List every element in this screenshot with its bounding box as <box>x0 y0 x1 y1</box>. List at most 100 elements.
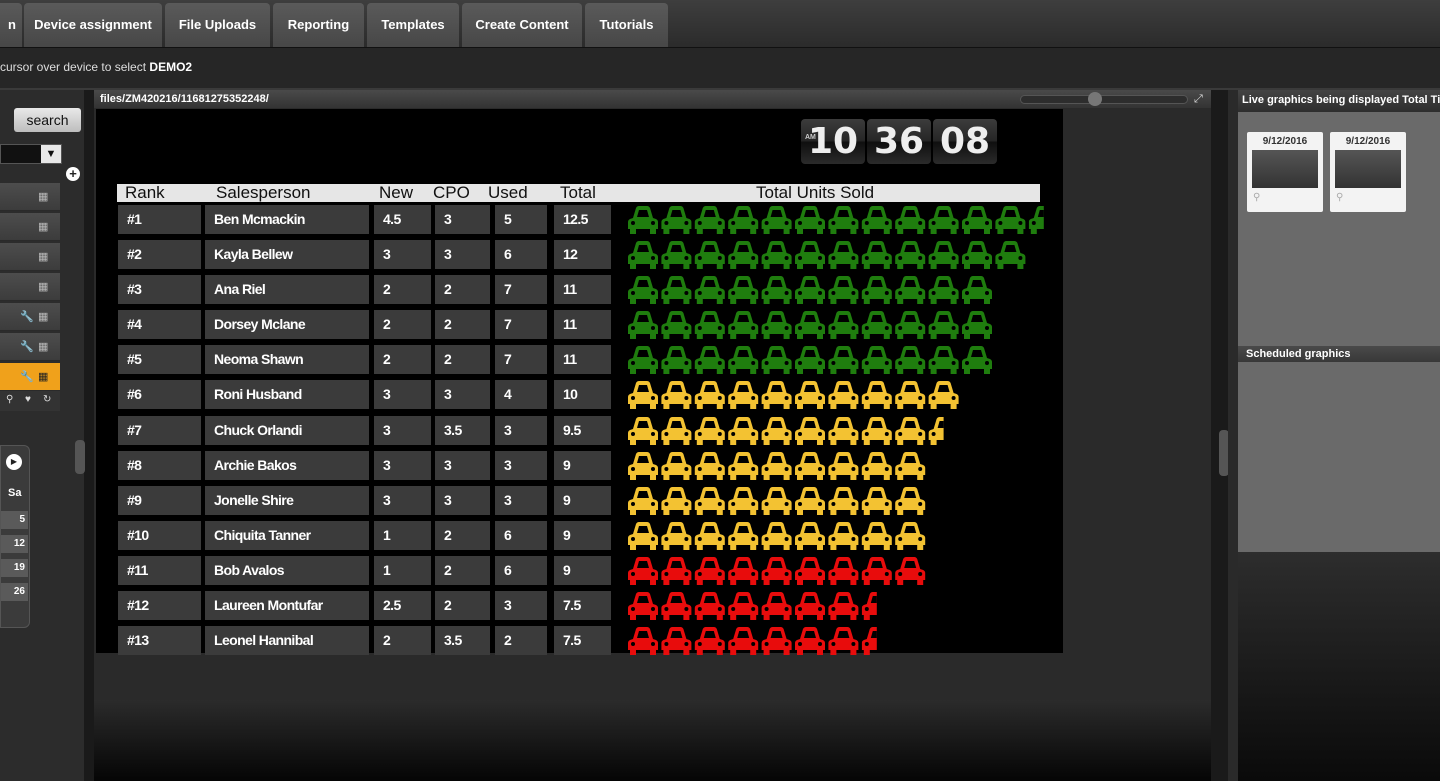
car-icon <box>694 241 725 269</box>
right-splitter[interactable] <box>1211 90 1229 781</box>
tab-tutorials[interactable]: Tutorials <box>585 3 668 47</box>
device-row[interactable]: ▦ <box>0 243 60 271</box>
tab-file-uploads[interactable]: File Uploads <box>165 3 270 47</box>
car-icon <box>661 557 692 585</box>
car-icon <box>928 311 959 339</box>
zoom-slider-handle[interactable] <box>1088 92 1102 106</box>
zoom-icon[interactable]: ⚲ <box>1336 192 1343 203</box>
header-used: Used <box>488 183 528 202</box>
grid-icon[interactable]: ▦ <box>38 310 48 323</box>
collapse-left-handle[interactable] <box>75 440 85 474</box>
grid-icon[interactable]: ▦ <box>38 220 48 233</box>
zoom-icon[interactable]: ⚲ <box>1253 192 1260 203</box>
wrench-icon[interactable]: 🔧 <box>20 310 34 323</box>
calendar-day[interactable]: 5 <box>1 511 28 529</box>
units-bar <box>628 522 926 550</box>
left-panel: search ▼ + ▦ ▦ ▦ ▦ 🔧 ▦ 🔧 ▦ 🔧 ▦ ⚲ ♥ ↻ ▶ Sa 5… <box>0 90 84 781</box>
car-icon <box>861 381 892 409</box>
device-row[interactable]: 🔧 ▦ <box>0 333 60 361</box>
car-icon <box>828 452 859 480</box>
preview-header: files/ZM420216/11681275352248/ ⤢ <box>94 90 1211 108</box>
units-bar <box>628 381 959 409</box>
car-icon <box>661 417 692 445</box>
device-row[interactable]: ▦ <box>0 183 60 211</box>
thumbnail-preview <box>1335 150 1401 188</box>
device-row[interactable]: ▦ <box>0 213 60 241</box>
calendar-day[interactable]: 26 <box>1 583 28 601</box>
filter-select[interactable]: ▼ <box>0 144 62 164</box>
cell-salesperson: Roni Husband <box>205 380 369 409</box>
car-icon <box>861 206 892 234</box>
car-icon <box>828 417 859 445</box>
car-icon <box>895 381 926 409</box>
car-icon <box>728 241 759 269</box>
device-row[interactable]: 🔧 ▦ <box>0 303 60 331</box>
cell-used: 7 <box>495 275 547 304</box>
cell-new: 2 <box>374 310 431 339</box>
car-icon <box>694 276 725 304</box>
grid-icon[interactable]: ▦ <box>38 280 48 293</box>
car-icon <box>761 417 792 445</box>
chevron-down-icon[interactable]: ▼ <box>41 145 61 163</box>
live-graphics-title: Live graphics being displayed Total Ti <box>1242 94 1440 106</box>
left-splitter[interactable] <box>75 90 94 781</box>
wrench-icon[interactable]: 🔧 <box>20 340 34 353</box>
cell-total: 11 <box>554 310 611 339</box>
car-icon <box>694 381 725 409</box>
instruction-label: cursor over device to select <box>0 60 147 74</box>
device-row-selected[interactable]: 🔧 ▦ <box>0 363 60 391</box>
grid-icon[interactable]: ▦ <box>38 340 48 353</box>
car-icon <box>928 276 959 304</box>
leaderboard-header: Rank Salesperson New CPO Used Total Tota… <box>117 184 1040 202</box>
grid-icon[interactable]: ▦ <box>38 250 48 263</box>
zoom-slider-track[interactable] <box>1020 95 1188 104</box>
wrench-icon[interactable]: 🔧 <box>20 370 34 383</box>
leaderboard-graphic: AM 10 36 08 Rank Salesperson New CPO Used… <box>96 109 1063 655</box>
cell-salesperson: Ben Mcmackin <box>205 205 369 234</box>
cell-total: 12 <box>554 240 611 269</box>
search-icon[interactable]: ⚲ <box>6 394 13 405</box>
cell-rank: #1 <box>118 205 201 234</box>
car-icon <box>761 276 792 304</box>
cell-rank: #12 <box>118 591 201 620</box>
cell-used: 6 <box>495 556 547 585</box>
expand-icon[interactable]: ⤢ <box>1194 93 1203 106</box>
header-salesperson: Salesperson <box>216 183 311 202</box>
car-icon <box>828 346 859 374</box>
graphic-thumbnail[interactable]: 9/12/2016 ⚲ <box>1247 132 1323 212</box>
device-row[interactable]: ▦ <box>0 273 60 301</box>
search-button[interactable]: search <box>14 108 81 132</box>
car-icon <box>795 487 825 515</box>
car-icon <box>628 627 658 655</box>
heart-icon[interactable]: ♥ <box>25 394 31 405</box>
grid-icon[interactable]: ▦ <box>38 190 48 203</box>
units-bar <box>628 592 877 620</box>
next-month-icon[interactable]: ▶ <box>6 454 22 470</box>
car-icon <box>661 592 692 620</box>
refresh-icon[interactable]: ↻ <box>43 394 51 405</box>
car-icon <box>694 346 725 374</box>
car-icon <box>728 206 759 234</box>
clock-hours: AM 10 <box>801 119 865 164</box>
cell-salesperson: Kayla Bellew <box>205 240 369 269</box>
cell-cpo: 3 <box>435 486 490 515</box>
tab-create-content[interactable]: Create Content <box>462 3 582 47</box>
car-icon <box>861 417 892 445</box>
tab-reporting[interactable]: Reporting <box>273 3 364 47</box>
tab-partial[interactable]: n <box>0 3 22 47</box>
cell-rank: #11 <box>118 556 201 585</box>
grid-icon[interactable]: ▦ <box>38 370 48 383</box>
graphic-thumbnail[interactable]: 9/12/2016 ⚲ <box>1330 132 1406 212</box>
add-icon[interactable]: + <box>66 167 80 181</box>
live-graphics-area: 9/12/2016 ⚲ 9/12/2016 ⚲ <box>1238 112 1440 552</box>
calendar-day[interactable]: 19 <box>1 559 28 577</box>
cell-cpo: 3 <box>435 451 490 480</box>
car-icon <box>728 311 759 339</box>
calendar-day[interactable]: 12 <box>1 535 28 553</box>
tab-templates[interactable]: Templates <box>367 3 459 47</box>
car-icon <box>761 346 792 374</box>
units-bar <box>628 206 1044 234</box>
header-cpo: CPO <box>433 183 470 202</box>
tab-device-assignment[interactable]: Device assignment <box>24 3 162 47</box>
car-icon <box>661 206 692 234</box>
